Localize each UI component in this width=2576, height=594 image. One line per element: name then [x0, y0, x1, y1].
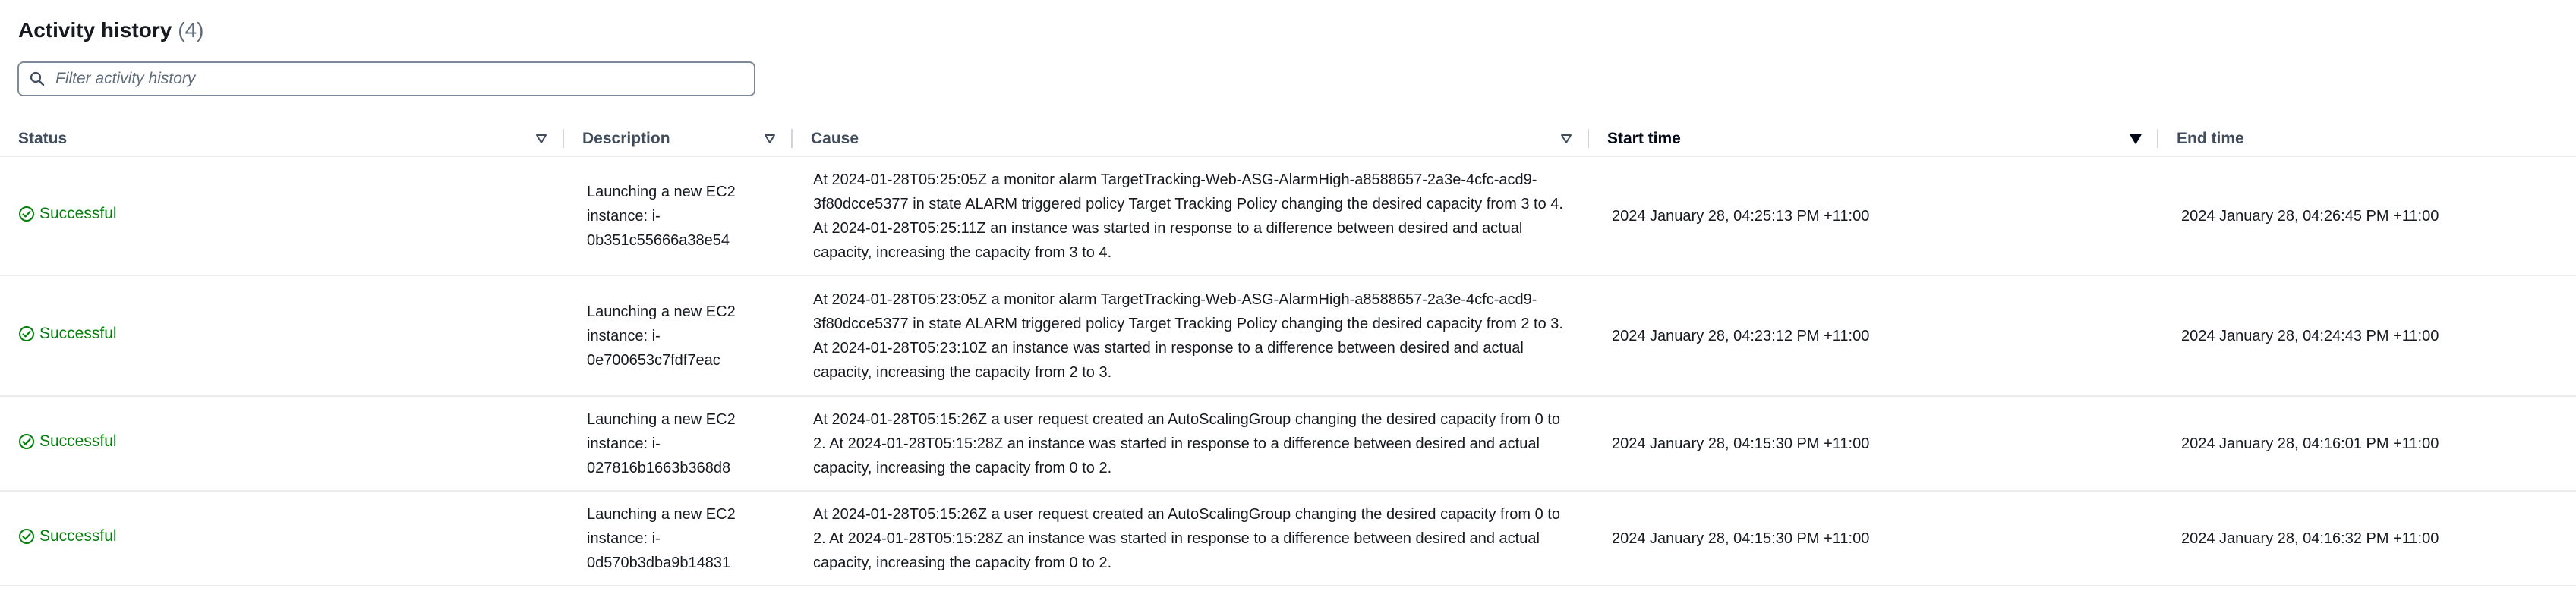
column-header-start-time[interactable]: Start time	[1589, 121, 2158, 157]
panel-title: Activity history	[18, 18, 172, 42]
table-header-row: Status Description Cause Start time End …	[0, 121, 2576, 157]
column-header-label: Cause	[811, 129, 859, 147]
status-cell: Successful	[0, 275, 564, 397]
status-indicator: Successful	[18, 429, 117, 454]
end-time-cell: 2024 January 28, 04:16:32 PM +11:00	[2158, 491, 2576, 586]
sort-caret-icon[interactable]	[1560, 134, 1572, 144]
start-time-cell: 2024 January 28, 04:23:12 PM +11:00	[1589, 275, 2158, 397]
column-header-description[interactable]: Description	[564, 121, 793, 157]
start-time-cell: 2024 January 28, 04:15:30 PM +11:00	[1589, 396, 2158, 492]
sort-caret-icon[interactable]	[535, 134, 547, 144]
column-header-status[interactable]: Status	[0, 121, 564, 157]
check-circle-icon	[19, 434, 34, 449]
check-circle-icon	[19, 206, 34, 222]
status-indicator: Successful	[18, 322, 117, 346]
status-indicator: Successful	[18, 524, 117, 548]
description-cell: Launching a new EC2 instance: i-027816b1…	[564, 396, 793, 492]
column-header-label: Status	[18, 129, 68, 147]
column-header-label: Start time	[1607, 129, 1681, 147]
description-cell: Launching a new EC2 instance: i-0e700653…	[564, 275, 793, 397]
status-cell: Successful	[0, 396, 564, 492]
end-time-cell: 2024 January 28, 04:24:43 PM +11:00	[2158, 275, 2576, 397]
status-text: Successful	[39, 432, 117, 450]
filter-input[interactable]	[54, 69, 725, 89]
cause-cell: At 2024-01-28T05:15:26Z a user request c…	[793, 491, 1589, 586]
table-row: Successful Launching a new EC2 instance:…	[0, 491, 2576, 586]
status-text: Successful	[39, 325, 117, 342]
cause-cell: At 2024-01-28T05:15:26Z a user request c…	[793, 396, 1589, 492]
activity-history-panel: Activity history (4) Status Des	[0, 0, 2576, 594]
column-header-cause[interactable]: Cause	[793, 121, 1589, 157]
sort-descending-icon[interactable]	[2130, 133, 2142, 144]
column-header-end-time[interactable]: End time	[2158, 121, 2576, 157]
column-header-label: End time	[2177, 129, 2244, 147]
check-circle-icon	[19, 529, 34, 544]
check-circle-icon	[19, 326, 34, 341]
status-indicator: Successful	[18, 202, 117, 226]
column-header-label: Description	[582, 129, 670, 147]
end-time-cell: 2024 January 28, 04:16:01 PM +11:00	[2158, 396, 2576, 492]
status-cell: Successful	[0, 156, 564, 276]
cause-cell: At 2024-01-28T05:25:05Z a monitor alarm …	[793, 156, 1589, 276]
sort-caret-icon[interactable]	[764, 134, 776, 144]
cause-cell: At 2024-01-28T05:23:05Z a monitor alarm …	[793, 275, 1589, 397]
status-cell: Successful	[0, 491, 564, 586]
panel-header: Activity history (4)	[18, 15, 204, 46]
search-icon	[30, 71, 45, 86]
table-row: Successful Launching a new EC2 instance:…	[0, 396, 2576, 492]
end-time-cell: 2024 January 28, 04:26:45 PM +11:00	[2158, 156, 2576, 276]
status-text: Successful	[39, 205, 117, 222]
table-row: Successful Launching a new EC2 instance:…	[0, 156, 2576, 276]
start-time-cell: 2024 January 28, 04:15:30 PM +11:00	[1589, 491, 2158, 586]
description-cell: Launching a new EC2 instance: i-0b351c55…	[564, 156, 793, 276]
start-time-cell: 2024 January 28, 04:25:13 PM +11:00	[1589, 156, 2158, 276]
item-count: (4)	[178, 18, 204, 42]
activity-table: Status Description Cause Start time End …	[0, 121, 2576, 586]
status-text: Successful	[39, 527, 117, 545]
table-row: Successful Launching a new EC2 instance:…	[0, 275, 2576, 397]
filter-box[interactable]	[17, 61, 755, 96]
description-cell: Launching a new EC2 instance: i-0d570b3d…	[564, 491, 793, 586]
